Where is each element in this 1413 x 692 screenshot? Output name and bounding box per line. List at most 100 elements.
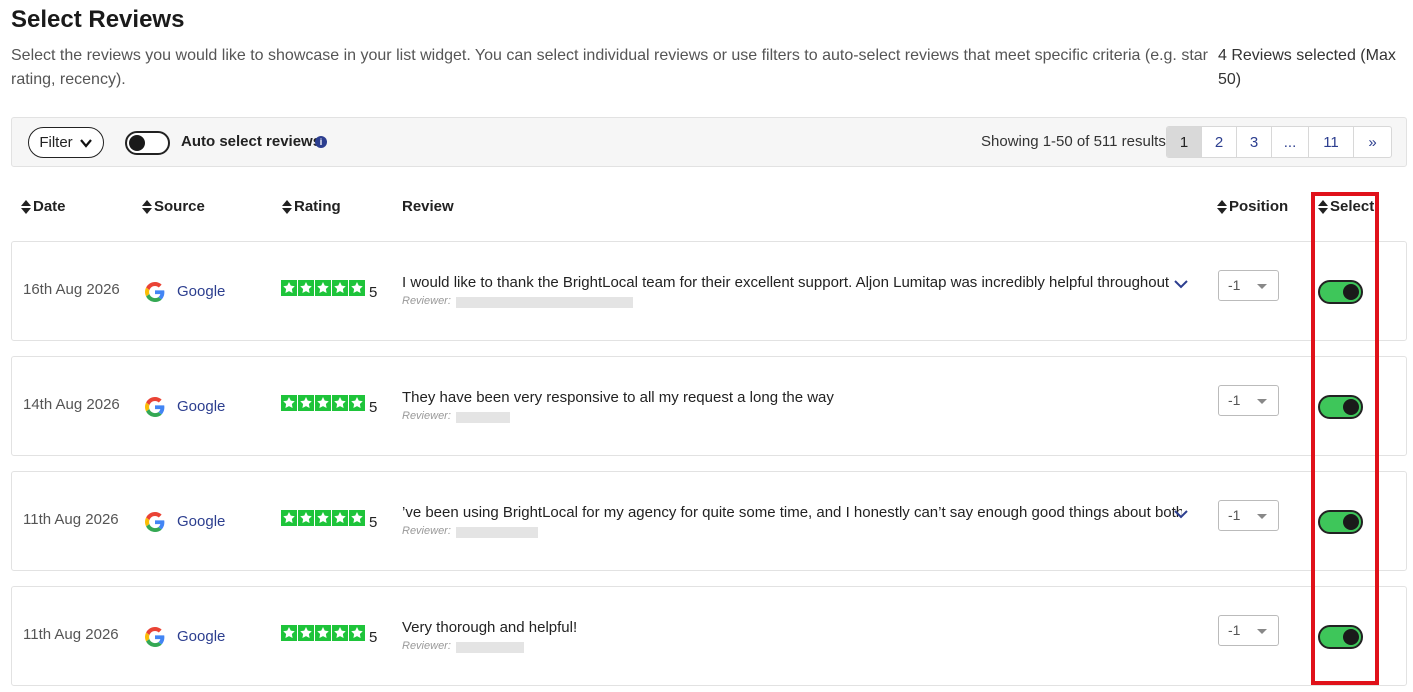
- review-header: Review: [402, 198, 454, 215]
- source-header[interactable]: Source: [142, 198, 205, 215]
- star-icon: [281, 510, 297, 526]
- chevron-down-icon: [79, 138, 92, 148]
- reviewer-name-redacted: [456, 527, 538, 538]
- star-icon: [349, 625, 365, 641]
- star-icon: [349, 280, 365, 296]
- table-row: 14th Aug 2026 Google 5 They have been very …: [11, 356, 1407, 456]
- review-date: 11th Aug 2026: [23, 626, 119, 643]
- auto-select-toggle[interactable]: [125, 131, 170, 155]
- star-icon: [349, 510, 365, 526]
- caret-down-icon: [1257, 399, 1267, 404]
- table-row: 11th Aug 2026 Google 5 Very thorough and he…: [11, 586, 1407, 686]
- position-value: -1: [1228, 507, 1241, 523]
- filter-button[interactable]: Filter: [28, 127, 104, 158]
- star-icon: [332, 280, 348, 296]
- caret-down-icon: [1257, 629, 1267, 634]
- star-icon: [281, 395, 297, 411]
- star-rating: [281, 280, 365, 296]
- caret-down-icon: [1257, 284, 1267, 289]
- table-row: 11th Aug 2026 Google 5 ’ve been using Brigh…: [11, 471, 1407, 571]
- review-date: 14th Aug 2026: [23, 396, 120, 413]
- star-rating: [281, 510, 365, 526]
- star-icon: [298, 625, 314, 641]
- star-icon: [298, 280, 314, 296]
- review-text: They have been very responsive to all my…: [402, 389, 834, 406]
- review-text: I would like to thank the BrightLocal te…: [402, 274, 1170, 291]
- rating-value: 5: [369, 629, 378, 646]
- position-value: -1: [1228, 277, 1241, 293]
- google-icon: [145, 512, 165, 532]
- intro-text: Select the reviews you would like to sho…: [11, 47, 1208, 88]
- sort-icon: [21, 199, 31, 214]
- reviewer-label: Reviewer:: [402, 525, 451, 537]
- review-date: 16th Aug 2026: [23, 281, 120, 298]
- toggle-knob: [129, 135, 145, 151]
- star-rating: [281, 395, 365, 411]
- source-name: Google: [177, 628, 226, 645]
- reviewer-label: Reviewer:: [402, 410, 451, 422]
- source-name: Google: [177, 398, 226, 415]
- position-value: -1: [1228, 622, 1241, 638]
- source-name: Google: [177, 283, 226, 300]
- page-ellipsis[interactable]: ...: [1272, 127, 1309, 157]
- position-value: -1: [1228, 392, 1241, 408]
- star-icon: [298, 395, 314, 411]
- star-icon: [315, 280, 331, 296]
- chevron-down-icon[interactable]: [1174, 277, 1188, 291]
- reviewer-label: Reviewer:: [402, 295, 451, 307]
- page-11-button[interactable]: 11: [1309, 127, 1354, 157]
- toolbar: Filter Auto select reviews i Showing 1-5…: [11, 117, 1407, 167]
- sort-icon: [282, 199, 292, 214]
- page-1-button[interactable]: 1: [1167, 127, 1202, 157]
- rating-header[interactable]: Rating: [282, 198, 341, 215]
- star-icon: [315, 510, 331, 526]
- star-icon: [281, 625, 297, 641]
- sort-icon: [142, 199, 152, 214]
- results-count: Showing 1-50 of 511 results: [981, 133, 1166, 150]
- review-text: ’ve been using BrightLocal for my agency…: [402, 504, 1182, 521]
- chevron-down-icon[interactable]: [1174, 507, 1188, 521]
- page-2-button[interactable]: 2: [1202, 127, 1237, 157]
- info-icon[interactable]: i: [315, 136, 327, 148]
- position-select[interactable]: -1: [1218, 385, 1279, 416]
- table-row: 16th Aug 2026 Google 5 I would like to than…: [11, 241, 1407, 341]
- position-select[interactable]: -1: [1218, 615, 1279, 646]
- rating-value: 5: [369, 514, 378, 531]
- source-name: Google: [177, 513, 226, 530]
- star-icon: [298, 510, 314, 526]
- select-column-highlight: [1311, 192, 1379, 685]
- star-icon: [315, 625, 331, 641]
- position-select[interactable]: -1: [1218, 270, 1279, 301]
- rating-value: 5: [369, 399, 378, 416]
- position-select[interactable]: -1: [1218, 500, 1279, 531]
- next-pages-button[interactable]: »: [1354, 127, 1391, 157]
- date-header[interactable]: Date: [21, 198, 66, 215]
- star-icon: [315, 395, 331, 411]
- star-icon: [332, 625, 348, 641]
- page-title: Select Reviews: [11, 6, 185, 33]
- star-icon: [332, 395, 348, 411]
- google-icon: [145, 282, 165, 302]
- filter-label: Filter: [39, 134, 73, 151]
- reviewer-name-redacted: [456, 297, 633, 308]
- google-icon: [145, 627, 165, 647]
- pagination: 1 2 3 ... 11 »: [1166, 126, 1392, 158]
- selected-count: 4 Reviews selected (Max 50): [1218, 47, 1396, 88]
- auto-select-label: Auto select reviews: [181, 133, 322, 150]
- star-icon: [281, 280, 297, 296]
- sort-icon: [1217, 199, 1227, 214]
- table-header: Date Source Rating Review Position Selec…: [0, 198, 1413, 218]
- google-icon: [145, 397, 165, 417]
- reviewer-label: Reviewer:: [402, 640, 451, 652]
- star-icon: [332, 510, 348, 526]
- position-header[interactable]: Position: [1217, 198, 1288, 215]
- review-text: Very thorough and helpful!: [402, 619, 578, 636]
- reviewer-name-redacted: [456, 412, 510, 423]
- reviewer-name-redacted: [456, 642, 524, 653]
- star-icon: [349, 395, 365, 411]
- caret-down-icon: [1257, 514, 1267, 519]
- review-date: 11th Aug 2026: [23, 511, 119, 528]
- page-3-button[interactable]: 3: [1237, 127, 1272, 157]
- rating-value: 5: [369, 284, 378, 301]
- star-rating: [281, 625, 365, 641]
